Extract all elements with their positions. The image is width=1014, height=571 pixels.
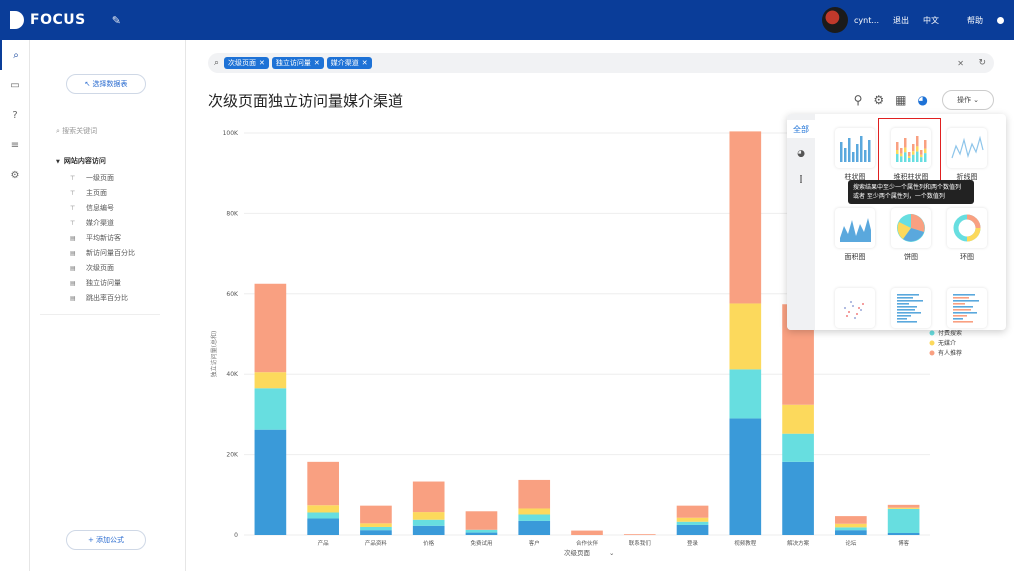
bar-segment <box>835 527 867 531</box>
chart-type-pie[interactable] <box>891 208 931 248</box>
x-tick-label: 视频教程 <box>734 539 757 547</box>
bar-segment <box>360 505 392 524</box>
bar-segment <box>307 505 339 513</box>
bar-segment <box>254 388 287 430</box>
y-tick-label: 40K <box>226 371 239 378</box>
bar-segment <box>254 372 287 389</box>
chart-type-label: 饼图 <box>904 253 918 261</box>
bar-segment <box>465 532 498 535</box>
bar-segment <box>623 534 656 535</box>
bar-segment <box>360 530 392 535</box>
y-tick-label: 100K <box>223 130 239 137</box>
chart-type-line[interactable] <box>947 128 987 168</box>
bar-segment <box>835 523 867 528</box>
bar-segment <box>360 523 392 527</box>
bar-segment <box>465 511 498 530</box>
bar-segment <box>360 526 392 531</box>
x-tick-label: 产品 <box>318 539 330 547</box>
bar-segment <box>412 512 445 520</box>
bar-segment <box>835 516 867 524</box>
x-tick-label: 解决方案 <box>787 539 810 547</box>
y-tick-label: 0 <box>234 532 238 539</box>
x-tick-label: 登录 <box>687 539 699 547</box>
bar-segment <box>412 519 445 526</box>
bar-segment <box>254 283 287 373</box>
x-axis-label: 次级页面 <box>564 548 591 557</box>
x-tick-label: 产品资料 <box>365 539 388 547</box>
chart-type-hbar[interactable] <box>891 288 931 328</box>
bar-segment <box>518 508 551 515</box>
bar-segment <box>254 429 287 535</box>
bar-segment <box>412 525 445 535</box>
bar-segment <box>887 507 920 509</box>
bar-segment <box>307 461 339 506</box>
bar-segment <box>782 461 814 535</box>
bar-category-icon[interactable]: ⫿ <box>787 170 815 190</box>
legend-marker <box>929 330 935 336</box>
bar-segment <box>835 530 867 535</box>
chart-type-bar[interactable] <box>835 128 875 168</box>
y-tick-label: 20K <box>226 452 239 459</box>
x-tick-label: 免费试用 <box>470 539 492 547</box>
chart-type-donut[interactable] <box>947 208 987 248</box>
y-tick-label: 80K <box>226 210 239 217</box>
tooltip-line-2: 或者 至少两个属性列，一个数值列 <box>853 193 945 200</box>
bar-segment <box>518 514 551 521</box>
pie-category-icon[interactable]: ◕ <box>787 144 815 164</box>
bar-segment <box>887 504 920 508</box>
bar-segment <box>307 512 339 519</box>
bar-segment <box>676 524 709 535</box>
bar-segment <box>307 518 339 535</box>
legend-label: 无媒介 <box>938 339 956 347</box>
bar-segment <box>887 508 920 533</box>
y-tick-label: 60K <box>226 291 239 298</box>
legend-label: 付费搜索 <box>938 329 962 337</box>
bar-segment <box>676 521 709 525</box>
x-tick-label: 联系我们 <box>629 539 652 547</box>
chart-type-hbar2[interactable] <box>947 288 987 328</box>
chevron-down-icon: ⌄ <box>609 549 614 557</box>
bar-segment <box>676 517 709 522</box>
bar-segment <box>782 404 814 434</box>
y-axis-label: 独立访问量(总和) <box>210 331 218 378</box>
bar-segment <box>729 303 762 370</box>
legend-label: 有人推荐 <box>938 349 962 357</box>
tab-all[interactable]: 全部 <box>787 120 815 138</box>
legend-marker <box>929 340 935 346</box>
bar-segment <box>465 529 498 533</box>
bar-segment <box>887 532 920 535</box>
x-tick-label: 论坛 <box>845 539 857 547</box>
chart-type-area[interactable] <box>835 208 875 248</box>
bar-segment <box>518 520 551 535</box>
chart-type-scatter[interactable] <box>835 288 875 328</box>
bar-segment <box>518 479 551 509</box>
chart-type-label: 面积图 <box>844 253 866 261</box>
tooltip-line-1: 搜索结果中至少一个属性列和两个数值列 <box>853 184 962 191</box>
bar-segment <box>729 369 762 419</box>
bar-segment <box>676 505 709 518</box>
bar-segment <box>782 433 814 462</box>
x-tick-label: 价格 <box>423 539 435 547</box>
chart-type-tooltip: 搜索结果中至少一个属性列和两个数值列 或者 至少两个属性列，一个数值列 <box>848 180 974 204</box>
x-tick-label: 博客 <box>898 539 910 547</box>
bar-segment <box>571 530 603 535</box>
chart-type-label: 环图 <box>960 253 974 261</box>
bar-segment <box>729 131 762 304</box>
bar-segment <box>412 481 445 513</box>
bar-segment <box>729 418 762 535</box>
selected-chart-highlight <box>878 118 941 183</box>
x-tick-label: 合作伙伴 <box>576 539 599 547</box>
x-tick-label: 客户 <box>529 539 540 547</box>
legend-marker <box>929 350 935 356</box>
